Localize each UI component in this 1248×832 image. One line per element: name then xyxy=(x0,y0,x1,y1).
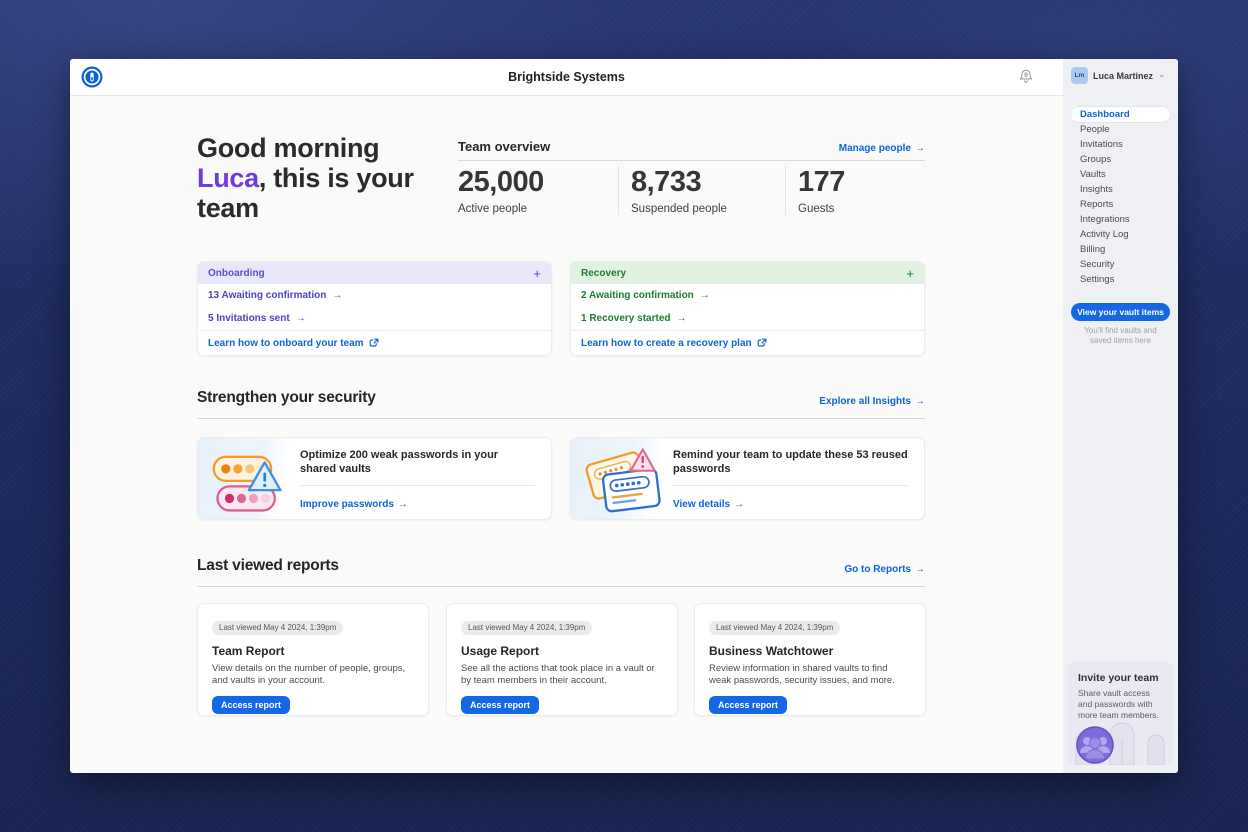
usage-report-card: Last viewed May 4 2024, 1:39pm Usage Rep… xyxy=(446,603,678,716)
report-title: Usage Report xyxy=(461,644,663,658)
arrow-right-icon: → xyxy=(700,290,710,301)
invite-body: Share vault access and passwords with mo… xyxy=(1068,684,1173,721)
arrow-right-icon: → xyxy=(915,396,925,407)
sidebar-item-integrations[interactable]: Integrations xyxy=(1071,212,1170,227)
last-viewed-badge: Last viewed May 4 2024, 1:39pm xyxy=(212,621,343,635)
arrow-right-icon: → xyxy=(332,290,342,301)
right-sidebar: Lm Luca Martinez ⌄ Dashboard People Invi… xyxy=(1063,59,1178,773)
onboarding-awaiting-confirmation-row[interactable]: 13 Awaiting confirmation→ xyxy=(198,284,551,307)
recovery-card: Recovery + 2 Awaiting confirmation→ 1 Re… xyxy=(570,261,925,356)
recovery-awaiting-confirmation-row[interactable]: 2 Awaiting confirmation→ xyxy=(571,284,924,307)
onboarding-learn-link[interactable]: Learn how to onboard your team xyxy=(198,330,551,355)
external-link-icon xyxy=(369,338,379,348)
chevron-down-icon: ⌄ xyxy=(1158,69,1166,80)
company-name: Brightside Systems xyxy=(70,70,1063,84)
arrow-right-icon: → xyxy=(296,313,306,324)
stat-active-people: 25,000 Active people xyxy=(458,166,618,215)
team-overview-stats: 25,000 Active people 8,733 Suspended peo… xyxy=(458,166,925,215)
improve-passwords-link[interactable]: Improve passwords→ xyxy=(300,499,408,510)
access-report-button[interactable]: Access report xyxy=(709,696,787,714)
stat-guests: 177 Guests xyxy=(785,166,945,215)
onboarding-card-header: Onboarding + xyxy=(198,262,551,284)
onboarding-card: Onboarding + 13 Awaiting confirmation→ 5… xyxy=(197,261,552,356)
top-bar: Brightside Systems 0 xyxy=(70,59,1063,96)
reports-section-title: Last viewed reports xyxy=(197,557,339,575)
add-recovery-icon[interactable]: + xyxy=(906,266,914,281)
sidebar-item-dashboard[interactable]: Dashboard xyxy=(1071,107,1170,122)
report-description: Review information in shared vaults to f… xyxy=(709,663,911,687)
sidebar-item-activity-log[interactable]: Activity Log xyxy=(1071,227,1170,242)
weak-passwords-illustration xyxy=(198,438,298,519)
recovery-started-row[interactable]: 1 Recovery started→ xyxy=(571,307,924,330)
app-window: Brightside Systems 0 Good morning Luca, … xyxy=(70,59,1178,773)
sidebar-item-insights[interactable]: Insights xyxy=(1071,182,1170,197)
last-viewed-badge: Last viewed May 4 2024, 1:39pm xyxy=(461,621,592,635)
access-report-button[interactable]: Access report xyxy=(461,696,539,714)
team-report-card: Last viewed May 4 2024, 1:39pm Team Repo… xyxy=(197,603,429,716)
reused-passwords-illustration xyxy=(571,438,671,519)
sidebar-nav: Dashboard People Invitations Groups Vaul… xyxy=(1071,107,1170,287)
go-to-reports-link[interactable]: Go to Reports→ xyxy=(844,564,925,575)
sidebar-item-billing[interactable]: Billing xyxy=(1071,242,1170,257)
view-details-link[interactable]: View details→ xyxy=(673,499,744,510)
notifications-bell-icon[interactable]: 0 xyxy=(1016,67,1036,87)
arrow-right-icon: → xyxy=(915,564,925,575)
greeting-heading: Good morning Luca, this is your team xyxy=(197,133,419,223)
invite-title: Invite your team xyxy=(1068,661,1173,684)
arrow-right-icon: → xyxy=(398,499,408,510)
report-description: View details on the number of people, gr… xyxy=(212,663,414,687)
recovery-learn-link[interactable]: Learn how to create a recovery plan xyxy=(571,330,924,355)
external-link-icon xyxy=(757,338,767,348)
recovery-card-header: Recovery + xyxy=(571,262,924,284)
report-title: Business Watchtower xyxy=(709,644,911,658)
onboarding-invitations-sent-row[interactable]: 5 Invitations sent→ xyxy=(198,307,551,330)
avatar: Lm xyxy=(1071,67,1088,84)
explore-insights-link[interactable]: Explore all Insights→ xyxy=(819,396,925,407)
report-title: Team Report xyxy=(212,644,414,658)
weak-passwords-insight-card: Optimize 200 weak passwords in your shar… xyxy=(197,437,552,520)
team-overview-header: Team overview Manage people→ xyxy=(458,139,925,154)
add-onboarding-icon[interactable]: + xyxy=(533,266,541,281)
insight-title: Remind your team to update these 53 reus… xyxy=(673,449,908,476)
manage-people-link[interactable]: Manage people→ xyxy=(839,143,925,154)
report-description: See all the actions that took place in a… xyxy=(461,663,663,687)
business-watchtower-card: Last viewed May 4 2024, 1:39pm Business … xyxy=(694,603,926,716)
security-section-header: Strengthen your security Explore all Ins… xyxy=(197,389,925,407)
security-section-divider xyxy=(197,418,925,419)
sidebar-item-settings[interactable]: Settings xyxy=(1071,272,1170,287)
sidebar-item-groups[interactable]: Groups xyxy=(1071,152,1170,167)
insight-title: Optimize 200 weak passwords in your shar… xyxy=(300,449,535,476)
reports-section-header: Last viewed reports Go to Reports→ xyxy=(197,557,925,575)
view-vault-items-button[interactable]: View your vault items xyxy=(1071,303,1170,321)
team-overview-title: Team overview xyxy=(458,139,550,154)
sidebar-item-people[interactable]: People xyxy=(1071,122,1170,137)
vault-caption: You'll find vaults and saved items here xyxy=(1075,326,1166,346)
invite-team-illustration xyxy=(1068,719,1173,765)
sidebar-item-invitations[interactable]: Invitations xyxy=(1071,137,1170,152)
invite-team-card[interactable]: Invite your team Share vault access and … xyxy=(1068,661,1173,765)
stat-suspended-people: 8,733 Suspended people xyxy=(618,166,785,215)
arrow-right-icon: → xyxy=(915,143,925,154)
reused-passwords-insight-card: Remind your team to update these 53 reus… xyxy=(570,437,925,520)
security-section-title: Strengthen your security xyxy=(197,389,376,407)
user-menu[interactable]: Lm Luca Martinez ⌄ xyxy=(1071,67,1166,84)
sidebar-item-reports[interactable]: Reports xyxy=(1071,197,1170,212)
user-name: Luca Martinez xyxy=(1093,71,1153,81)
arrow-right-icon: → xyxy=(677,313,687,324)
last-viewed-badge: Last viewed May 4 2024, 1:39pm xyxy=(709,621,840,635)
reports-section-divider xyxy=(197,586,925,587)
greeting-user-name: Luca xyxy=(197,163,259,193)
arrow-right-icon: → xyxy=(734,499,744,510)
access-report-button[interactable]: Access report xyxy=(212,696,290,714)
notifications-count: 0 xyxy=(1016,72,1036,79)
recovery-title: Recovery xyxy=(581,268,626,279)
team-overview-divider xyxy=(458,160,925,161)
sidebar-item-vaults[interactable]: Vaults xyxy=(1071,167,1170,182)
onboarding-title: Onboarding xyxy=(208,268,265,279)
sidebar-item-security[interactable]: Security xyxy=(1071,257,1170,272)
